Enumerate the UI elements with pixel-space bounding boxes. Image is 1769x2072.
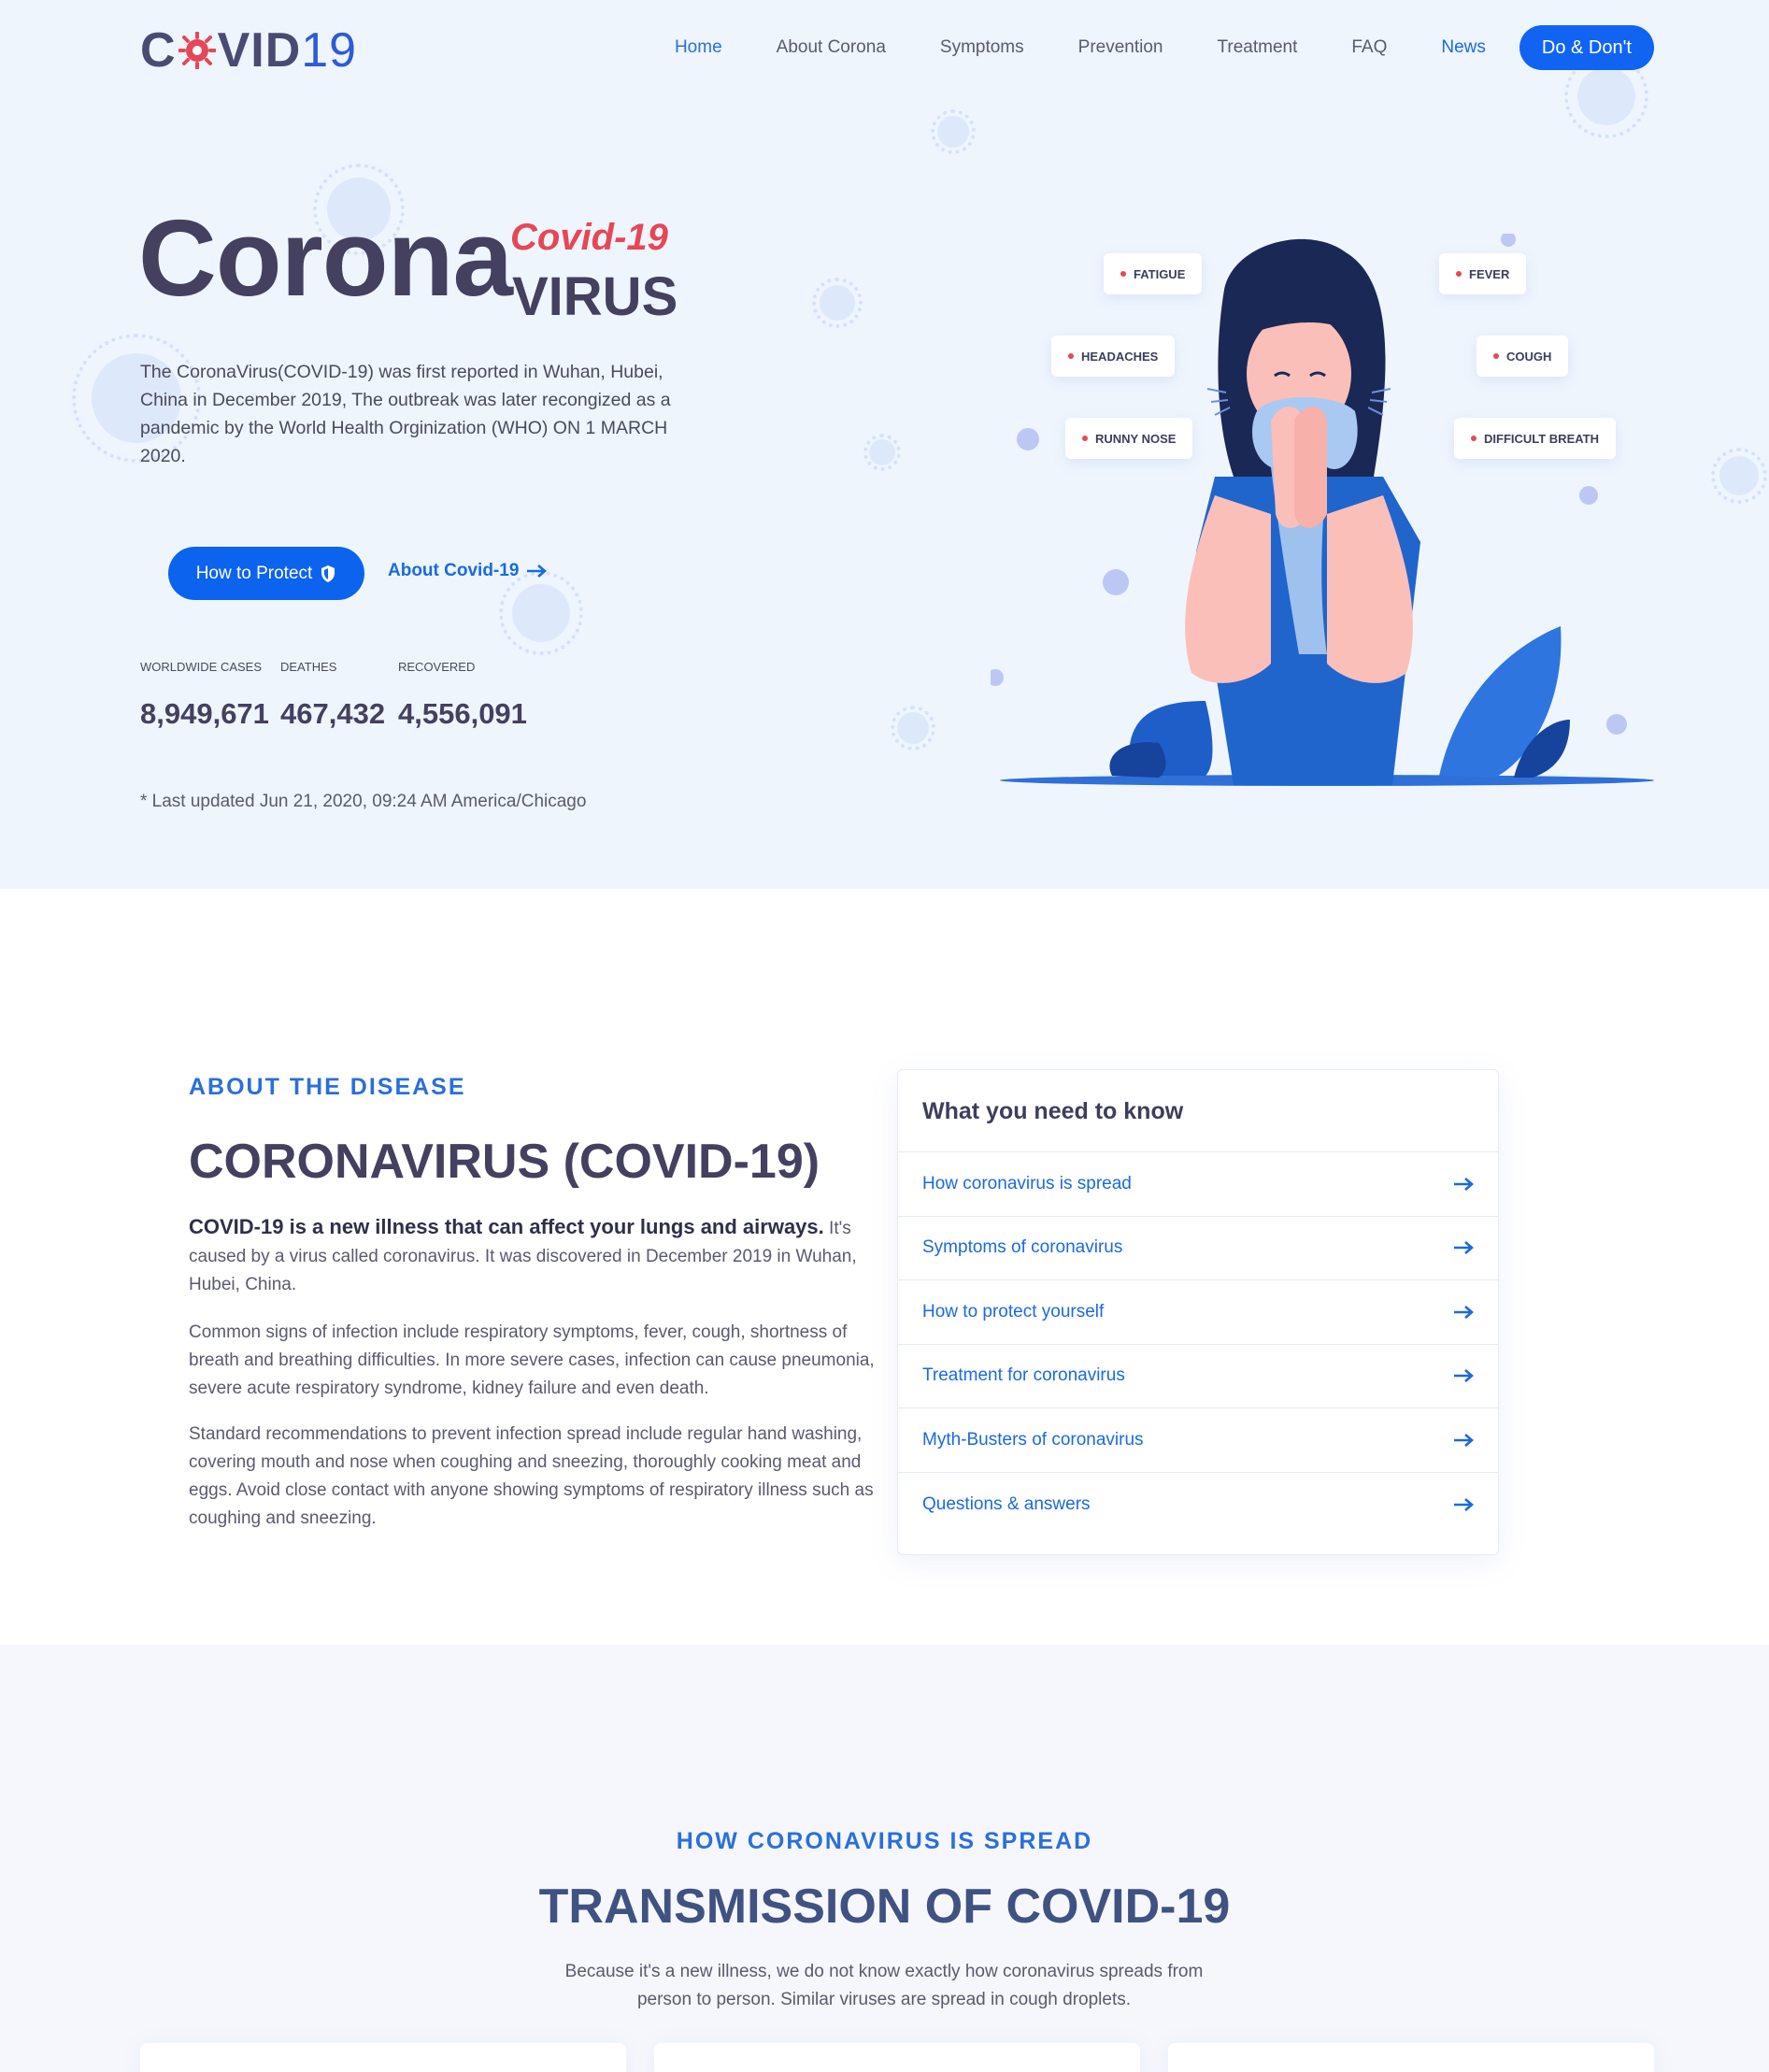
card-link-protect[interactable]: How to protect yourself bbox=[898, 1280, 1498, 1345]
symptom-tag-fever: FEVER bbox=[1439, 253, 1527, 294]
symptom-tag-fatigue: FATIGUE bbox=[1104, 253, 1203, 294]
spread-title: TRANSMISSION OF COVID-19 bbox=[538, 1879, 1231, 1934]
shield-icon bbox=[321, 564, 335, 582]
last-updated-text: * Last updated Jun 21, 2020, 09:24 AM Am… bbox=[140, 792, 587, 811]
how-to-protect-button[interactable]: How to Protect bbox=[168, 547, 364, 600]
nav-symptoms[interactable]: Symptoms bbox=[940, 37, 1024, 58]
spread-eyebrow: HOW CORONAVIRUS IS SPREAD bbox=[676, 1828, 1093, 1854]
about-covid-link[interactable]: About Covid-19 bbox=[388, 561, 548, 581]
nav-home[interactable]: Home bbox=[675, 37, 722, 58]
symptom-tag-difficult-breath: DIFFICULT BREATH bbox=[1454, 418, 1616, 459]
about-eyebrow: ABOUT THE DISEASE bbox=[189, 1074, 466, 1100]
about-paragraph-signs: Common signs of infection include respir… bbox=[189, 1322, 875, 1398]
stat-value-deaths: 467,432 bbox=[280, 697, 386, 730]
symptom-tag-runny-nose: RUNNY NOSE bbox=[1065, 418, 1193, 459]
transmission-card bbox=[140, 2043, 626, 2072]
nav-treatment[interactable]: Treatment bbox=[1217, 37, 1297, 58]
virus-logo-icon bbox=[178, 32, 216, 69]
nav-faq[interactable]: FAQ bbox=[1351, 37, 1387, 58]
card-link-symptoms[interactable]: Symptoms of coronavirus bbox=[898, 1217, 1498, 1280]
spread-section: HOW CORONAVIRUS IS SPREAD TRANSMISSION O… bbox=[0, 1645, 1769, 2072]
card-link-treatment[interactable]: Treatment for coronavirus bbox=[898, 1345, 1498, 1408]
arrow-right-icon bbox=[1454, 1305, 1474, 1319]
virus-decoration-icon bbox=[890, 705, 936, 751]
main-menu: Home About Corona Symptoms Prevention Tr… bbox=[621, 24, 1654, 71]
top-navigation: C VID 19 Home About Corona Symptoms Preve… bbox=[140, 23, 1654, 78]
transmission-card bbox=[1168, 2043, 1654, 2072]
card-link-questions[interactable]: Questions & answers bbox=[898, 1473, 1498, 1537]
virus-decoration-icon bbox=[930, 108, 977, 155]
virus-decoration-icon bbox=[1564, 54, 1648, 138]
hero-description: The CoronaVirus(COVID-19) was first repo… bbox=[140, 362, 671, 466]
transmission-card bbox=[654, 2043, 1140, 2072]
arrow-right-icon bbox=[1454, 1241, 1474, 1255]
stat-label-deaths: DEATHES bbox=[280, 660, 337, 674]
symptom-tag-headaches: HEADACHES bbox=[1051, 336, 1176, 377]
stat-value-recovered: 4,556,091 bbox=[398, 697, 527, 730]
card-title: What you need to know bbox=[898, 1070, 1498, 1152]
hero-section: C VID 19 Home About Corona Symptoms Preve… bbox=[0, 0, 1769, 889]
about-title: CORONAVIRUS (COVID-19) bbox=[189, 1135, 820, 1189]
arrow-right-icon bbox=[1454, 1433, 1474, 1447]
about-lead-paragraph: COVID-19 is a new illness that can affec… bbox=[189, 1215, 857, 1294]
stat-label-recovered: RECOVERED bbox=[398, 660, 476, 674]
virus-decoration-icon bbox=[863, 433, 902, 472]
what-you-need-to-know-card: What you need to know How coronavirus is… bbox=[897, 1069, 1499, 1555]
stat-value-cases: 8,949,671 bbox=[140, 697, 269, 730]
site-logo[interactable]: C VID 19 bbox=[140, 23, 357, 78]
arrow-right-icon bbox=[1454, 1497, 1474, 1511]
card-link-spread[interactable]: How coronavirus is spread bbox=[898, 1152, 1498, 1217]
card-link-myth-busters[interactable]: Myth-Busters of coronavirus bbox=[898, 1408, 1498, 1473]
virus-decoration-icon bbox=[811, 277, 863, 329]
symptom-tag-cough: COUGH bbox=[1477, 336, 1569, 377]
do-and-dont-button[interactable]: Do & Don't bbox=[1519, 25, 1654, 70]
arrow-right-icon bbox=[527, 564, 548, 578]
stat-label-cases: WORLDWIDE CASES bbox=[140, 660, 263, 674]
virus-decoration-icon bbox=[499, 571, 583, 655]
spread-description: Because it's a new illness, we do not kn… bbox=[564, 1962, 1204, 2009]
virus-decoration-icon bbox=[1710, 447, 1768, 505]
arrow-right-icon bbox=[1454, 1177, 1474, 1191]
hero-title: Corona bbox=[138, 197, 513, 319]
hero-covid-label: Covid-19 bbox=[510, 217, 668, 258]
nav-prevention[interactable]: Prevention bbox=[1078, 37, 1163, 58]
about-section: ABOUT THE DISEASE CORONAVIRUS (COVID-19)… bbox=[0, 889, 1769, 1645]
arrow-right-icon bbox=[1454, 1369, 1474, 1383]
nav-about-corona[interactable]: About Corona bbox=[777, 37, 886, 58]
hero-virus-label: VIRUS bbox=[512, 266, 678, 327]
nav-news[interactable]: News bbox=[1441, 37, 1486, 58]
about-paragraph-prevention: Standard recommendations to prevent infe… bbox=[189, 1424, 874, 1528]
woman-sneezing-illustration bbox=[991, 234, 1654, 786]
